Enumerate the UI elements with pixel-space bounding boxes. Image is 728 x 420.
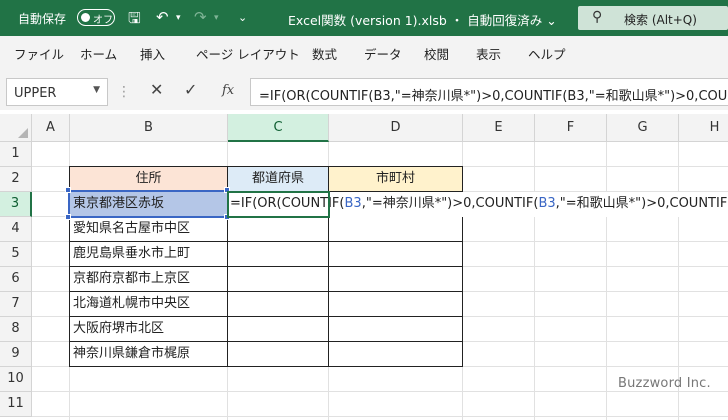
column-header-h[interactable]: H <box>679 114 728 142</box>
formula-input[interactable]: =IF(OR(COUNTIF(B3,"=神奈川県*")>0,COUNTIF(B3… <box>250 78 728 106</box>
cell-c8[interactable] <box>227 316 329 342</box>
column-header-b[interactable]: B <box>70 114 228 142</box>
toggle-knob <box>81 12 90 22</box>
undo-dropdown-icon[interactable]: ▾ <box>176 13 181 23</box>
row-header-7[interactable]: 7 <box>0 292 32 317</box>
cell-d5[interactable] <box>328 241 463 267</box>
save-icon[interactable]: 🖫 <box>128 8 141 33</box>
search-box[interactable]: ⚲ 検索 (Alt+Q) <box>578 6 728 30</box>
cell-d8[interactable] <box>328 316 463 342</box>
tab-data[interactable]: データ <box>364 44 402 63</box>
tab-review[interactable]: 校閲 <box>424 44 449 63</box>
cell-c6[interactable] <box>227 266 329 292</box>
watermark: Buzzword Inc. <box>618 376 711 391</box>
formula-bar: UPPER ▼ ⋮ ✕ ✓ fx =IF(OR(COUNTIF(B3,"=神奈川… <box>0 76 728 110</box>
tab-home[interactable]: ホーム <box>80 44 117 63</box>
cell-d7[interactable] <box>328 291 463 317</box>
cell-d9[interactable] <box>328 341 463 367</box>
select-all-button[interactable] <box>0 114 32 142</box>
cell-c4[interactable] <box>227 216 329 242</box>
edit-ref-b3: B3 <box>538 196 556 211</box>
column-header-d[interactable]: D <box>329 114 463 142</box>
cancel-icon[interactable]: ✕ <box>150 80 163 99</box>
cell-c3-editor[interactable]: =IF(OR(COUNTIF(B3,"=神奈川県*")>0,COUNTIF(B3… <box>228 192 728 217</box>
title-bar: 自動保存 オフ 🖫 ↶ ▾ ↷ ▾ ⌄ Excel関数 (version 1).… <box>0 0 728 36</box>
row-header-1[interactable]: 1 <box>0 142 32 167</box>
row-header-8[interactable]: 8 <box>0 317 32 342</box>
tab-formulas[interactable]: 数式 <box>312 44 337 63</box>
cell-b6[interactable]: 京都府京都市上京区 <box>69 266 228 292</box>
cell-b2[interactable]: 住所 <box>69 166 228 192</box>
undo-icon[interactable]: ↶ <box>156 8 169 26</box>
tab-page-layout[interactable]: ページ レイアウト <box>196 44 300 63</box>
row-header-10[interactable]: 10 <box>0 367 32 392</box>
cell-c9[interactable] <box>227 341 329 367</box>
range-handle[interactable] <box>65 187 71 193</box>
gridline <box>534 142 535 420</box>
name-box-value: UPPER <box>14 86 57 101</box>
redo-icon: ↷ <box>194 8 207 26</box>
worksheet-grid[interactable]: A B C D E F G H 1 2 3 4 5 6 7 8 9 10 11 … <box>0 114 728 420</box>
column-header-a[interactable]: A <box>32 114 70 142</box>
row-header-11[interactable]: 11 <box>0 392 32 417</box>
column-header-g[interactable]: G <box>607 114 679 142</box>
row-header-6[interactable]: 6 <box>0 267 32 292</box>
search-label: 検索 (Alt+Q) <box>624 13 697 27</box>
autosave-toggle[interactable]: オフ <box>77 9 115 26</box>
cell-b4[interactable]: 愛知県名古屋市中区 <box>69 216 228 242</box>
tab-insert[interactable]: 挿入 <box>140 44 165 63</box>
window-title[interactable]: Excel関数 (version 1).xlsb ・ 自動回復済み ⌄ <box>288 10 557 29</box>
row-header-5[interactable]: 5 <box>0 242 32 267</box>
chevron-down-icon[interactable]: ▼ <box>93 85 100 95</box>
ribbon-gap <box>0 66 728 76</box>
gridline <box>606 142 607 420</box>
cell-d2[interactable]: 市町村 <box>328 166 463 192</box>
autosave-label: 自動保存 <box>18 12 67 26</box>
edit-ref-b3: B3 <box>344 196 362 211</box>
name-box[interactable]: UPPER ▼ <box>6 78 108 106</box>
edit-text: ,"=神奈川県*")>0,COUNTIF( <box>361 196 539 211</box>
cell-c7[interactable] <box>227 291 329 317</box>
enter-icon[interactable]: ✓ <box>184 80 197 99</box>
customize-toolbar-icon[interactable]: ⌄ <box>238 11 247 24</box>
cell-b3[interactable]: 東京都港区赤坂 <box>69 191 228 217</box>
cell-c5[interactable] <box>227 241 329 267</box>
column-header-c[interactable]: C <box>228 114 329 142</box>
redo-dropdown-icon: ▾ <box>214 13 219 23</box>
search-icon: ⚲ <box>592 9 603 25</box>
formula-bar-separator-icon: ⋮ <box>117 84 131 100</box>
insert-function-icon[interactable]: fx <box>222 83 234 98</box>
edit-text: =IF(OR(COUNTIF( <box>230 196 345 211</box>
cell-d6[interactable] <box>328 266 463 292</box>
autosave-state: オフ <box>93 15 113 26</box>
tab-help[interactable]: ヘルプ <box>528 44 566 63</box>
row-header-9[interactable]: 9 <box>0 342 32 367</box>
range-handle[interactable] <box>65 214 71 220</box>
tab-file[interactable]: ファイル <box>14 44 64 63</box>
column-header-f[interactable]: F <box>535 114 607 142</box>
select-all-triangle-icon <box>18 128 28 138</box>
tab-view[interactable]: 表示 <box>476 44 501 63</box>
cell-d4[interactable] <box>328 216 463 242</box>
formula-text: =IF(OR(COUNTIF(B3,"=神奈川県*")>0,COUNTIF(B3… <box>259 89 728 104</box>
edit-text: ,"=和歌山県*")>0,COUNTIF( <box>555 196 728 211</box>
row-header-2[interactable]: 2 <box>0 167 32 192</box>
column-header-e[interactable]: E <box>463 114 535 142</box>
cell-c2[interactable]: 都道府県 <box>227 166 329 192</box>
cell-b9[interactable]: 神奈川県鎌倉市梶原 <box>69 341 228 367</box>
row-header-4[interactable]: 4 <box>0 217 32 242</box>
row-header-3[interactable]: 3 <box>0 192 32 217</box>
cell-b5[interactable]: 鹿児島県垂水市上町 <box>69 241 228 267</box>
cell-b7[interactable]: 北海道札幌市中央区 <box>69 291 228 317</box>
ribbon-tabs: ファイル ホーム 挿入 ページ レイアウト 数式 データ 校閲 表示 ヘルプ <box>0 36 728 66</box>
cell-b8[interactable]: 大阪府堺市北区 <box>69 316 228 342</box>
